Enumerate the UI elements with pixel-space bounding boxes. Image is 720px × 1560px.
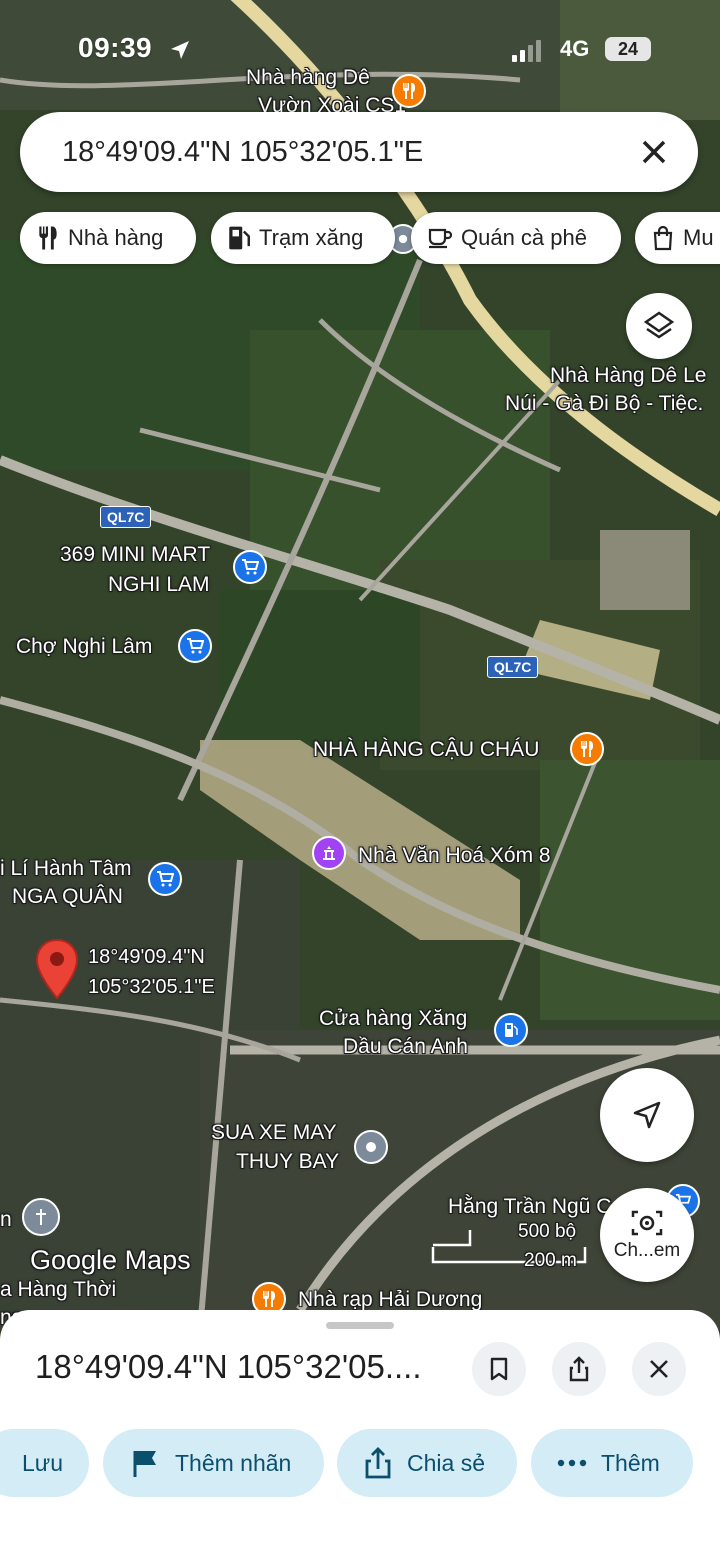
share-button[interactable] bbox=[552, 1342, 606, 1396]
place-bottom-sheet[interactable]: 18°49'09.4"N 105°32'05.... Lưu Thêm nhãn… bbox=[0, 1310, 720, 1560]
poi-label[interactable]: n bbox=[0, 1205, 12, 1235]
poi-label[interactable]: NGHI LAM bbox=[108, 570, 210, 600]
close-icon[interactable] bbox=[632, 130, 676, 174]
church-pin-icon[interactable] bbox=[22, 1198, 60, 1236]
save-action-button[interactable]: Lưu bbox=[0, 1429, 89, 1497]
poi-label[interactable]: NGA QUÂN bbox=[12, 882, 123, 912]
shopping-cart-pin-icon[interactable] bbox=[148, 862, 182, 896]
poi-label[interactable]: Nhà Văn Hoá Xóm 8 bbox=[358, 841, 551, 871]
google-maps-watermark: Google Maps bbox=[30, 1245, 191, 1275]
gas-station-icon bbox=[229, 226, 250, 250]
layers-icon bbox=[643, 311, 675, 339]
chip-label: Nhà hàng bbox=[68, 225, 164, 250]
restaurant-pin-icon[interactable] bbox=[570, 732, 604, 766]
drag-handle[interactable] bbox=[326, 1322, 394, 1329]
action-label: Chia sẻ bbox=[407, 1449, 485, 1476]
poi-label[interactable]: Dầu Cán Anh bbox=[343, 1032, 468, 1062]
share-icon bbox=[569, 1356, 589, 1382]
network-type: 4G bbox=[560, 36, 590, 61]
road-shield-ql7c: QL7C bbox=[487, 656, 539, 678]
poi-label[interactable]: Cửa hàng Xăng bbox=[319, 1004, 467, 1034]
status-time: 09:39 bbox=[78, 32, 153, 63]
my-location-button[interactable] bbox=[600, 1068, 694, 1162]
poi-label[interactable]: 369 MINI MART bbox=[60, 540, 210, 570]
chip-shopping[interactable]: Mu bbox=[635, 212, 720, 264]
save-bookmark-button[interactable] bbox=[472, 1342, 526, 1396]
share-action-button[interactable]: Chia sẻ bbox=[337, 1429, 517, 1497]
search-bar[interactable]: 18°49'09.4"N 105°32'05.1"E bbox=[20, 112, 698, 192]
generic-pin-icon[interactable] bbox=[354, 1130, 388, 1164]
chip-restaurants[interactable]: Nhà hàng bbox=[20, 212, 196, 264]
pin-coordinate-label: 18°49'09.4"N bbox=[88, 946, 205, 968]
scale-metric: 200 m bbox=[524, 1250, 577, 1271]
chip-gas-stations[interactable]: Trạm xăng bbox=[211, 212, 395, 264]
flag-icon bbox=[133, 1451, 156, 1477]
shopping-bag-icon bbox=[653, 225, 673, 251]
camera-lens-icon bbox=[631, 1210, 663, 1236]
action-label: Lưu bbox=[22, 1449, 63, 1476]
poi-label[interactable]: Núi - Gà Đi Bộ - Tiệc. bbox=[505, 389, 703, 419]
poi-label[interactable]: SUA XE MAY bbox=[211, 1118, 337, 1148]
layers-button[interactable] bbox=[626, 293, 692, 359]
restaurant-icon bbox=[39, 226, 57, 250]
road-shield-ql7c: QL7C bbox=[100, 506, 152, 528]
category-chips: Nhà hàng Trạm xăng Quán cà phê Mu bbox=[20, 212, 720, 268]
poi-label[interactable]: a Hàng Thời bbox=[0, 1275, 116, 1305]
lens-button[interactable]: Ch...em bbox=[600, 1188, 694, 1282]
poi-label[interactable]: i Lí Hành Tâm bbox=[0, 854, 132, 884]
navigation-arrow-icon bbox=[633, 1101, 661, 1129]
cellular-signal-icon bbox=[512, 40, 541, 62]
gas-station-pin-icon[interactable] bbox=[494, 1013, 528, 1047]
location-arrow-icon bbox=[171, 41, 189, 59]
more-dots-icon bbox=[557, 1459, 587, 1467]
cultural-center-pin-icon[interactable] bbox=[312, 836, 346, 870]
scale-imperial: 500 bộ bbox=[518, 1221, 577, 1242]
shopping-cart-pin-icon[interactable] bbox=[178, 629, 212, 663]
poi-label[interactable]: Chợ Nghi Lâm bbox=[16, 632, 152, 662]
chip-label: Quán cà phê bbox=[461, 225, 587, 250]
battery-icon: 24 bbox=[605, 37, 651, 61]
chip-label: Trạm xăng bbox=[259, 225, 364, 250]
place-title: 18°49'09.4"N 105°32'05.... bbox=[35, 1348, 422, 1385]
action-label: Thêm bbox=[601, 1449, 660, 1476]
bookmark-icon bbox=[490, 1357, 508, 1381]
chip-coffee[interactable]: Quán cà phê bbox=[411, 212, 621, 264]
close-sheet-button[interactable] bbox=[632, 1342, 686, 1396]
share-icon bbox=[365, 1447, 391, 1479]
status-bar: 09:39 4G 24 bbox=[0, 0, 720, 100]
shopping-cart-pin-icon[interactable] bbox=[233, 550, 267, 584]
lens-label: Ch...em bbox=[613, 1240, 681, 1261]
coffee-icon bbox=[428, 228, 453, 249]
poi-label[interactable]: Nhà Hàng Dê Le bbox=[550, 361, 706, 391]
chip-label: Mu bbox=[683, 225, 714, 250]
pin-coordinate-label: 105°32'05.1"E bbox=[88, 976, 215, 998]
more-action-button[interactable]: Thêm bbox=[531, 1429, 693, 1497]
search-input[interactable]: 18°49'09.4"N 105°32'05.1"E bbox=[62, 136, 423, 169]
poi-label[interactable]: THUY BAY bbox=[236, 1147, 339, 1177]
poi-label[interactable]: NHÀ HÀNG CẬU CHÁU bbox=[313, 735, 539, 765]
close-icon bbox=[650, 1360, 668, 1378]
dropped-pin-icon[interactable] bbox=[34, 938, 80, 1000]
action-label: Thêm nhãn bbox=[175, 1449, 292, 1476]
add-label-button[interactable]: Thêm nhãn bbox=[103, 1429, 324, 1497]
